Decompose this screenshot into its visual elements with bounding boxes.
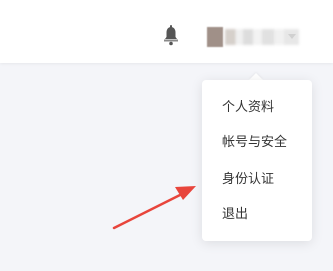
user-dropdown-menu: 个人资料 帐号与安全 身份认证 退出 <box>202 80 312 241</box>
menu-item-account-security[interactable]: 帐号与安全 <box>222 135 287 151</box>
top-header <box>0 0 333 63</box>
menu-item-profile[interactable]: 个人资料 <box>222 100 274 116</box>
bell-icon[interactable] <box>163 24 179 46</box>
menu-item-identity-verification[interactable]: 身份认证 <box>222 172 274 188</box>
chevron-down-icon[interactable] <box>288 34 296 39</box>
user-avatar[interactable] <box>207 27 223 47</box>
dropdown-pointer <box>249 73 263 80</box>
menu-item-logout[interactable]: 退出 <box>222 207 248 223</box>
